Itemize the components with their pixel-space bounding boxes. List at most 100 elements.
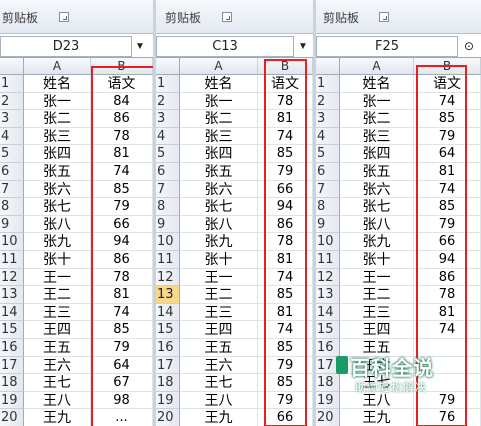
row-header[interactable]: 7 [156,180,180,199]
cell-name[interactable]: 王九 [340,409,414,426]
row-header[interactable]: 11 [156,251,180,269]
row-header[interactable]: 4 [316,127,340,146]
select-all-corner[interactable] [316,58,340,75]
cell-name[interactable]: 张五 [180,163,258,181]
cell-name[interactable]: 王五 [180,339,258,357]
row-header[interactable]: 3 [156,110,180,128]
cell-name[interactable]: 张四 [24,145,91,163]
row-header[interactable]: 18 [156,374,180,392]
row-header[interactable]: 6 [316,163,340,181]
row-header[interactable]: 9 [156,215,180,234]
cell-name[interactable]: 张六 [340,180,414,199]
row-header[interactable]: 14 [0,303,24,322]
row-header[interactable]: 12 [0,268,24,287]
row-header[interactable]: 8 [0,198,24,216]
dialog-launcher-icon[interactable] [379,12,389,22]
row-header[interactable]: 7 [316,180,340,199]
row-header[interactable]: 14 [316,303,340,322]
cell-name[interactable]: 王六 [24,356,91,375]
cell-name[interactable]: 姓名 [340,75,414,93]
row-header[interactable]: 17 [156,356,180,375]
cell-name[interactable]: 王七 [180,374,258,392]
cell-name[interactable]: 王九 [24,409,91,426]
row-header[interactable]: 11 [316,251,340,269]
cell-name[interactable]: 姓名 [180,75,258,93]
row-header[interactable]: 8 [156,198,180,216]
row-header[interactable]: 10 [0,233,24,251]
cell-name[interactable]: 王九 [180,409,258,426]
cell-name[interactable]: 张三 [340,127,414,146]
row-header[interactable]: 1 [156,75,180,93]
chevron-down-icon[interactable]: ▼ [133,36,147,57]
cell-name[interactable]: 张一 [340,92,414,111]
cell-name[interactable]: 张六 [180,180,258,199]
cell-name[interactable]: 张十 [24,251,91,269]
cell-name[interactable]: 张九 [180,233,258,251]
row-header[interactable]: 13 [156,286,180,304]
row-header[interactable]: 7 [0,180,24,199]
cell-name[interactable]: 张二 [24,110,91,128]
cell-name[interactable]: 张二 [180,110,258,128]
cell-name[interactable]: 张七 [24,198,91,216]
row-header[interactable]: 15 [156,321,180,339]
cell-name[interactable]: 王一 [180,268,258,287]
cell-name[interactable]: 王一 [24,268,91,287]
select-all-corner[interactable] [0,58,24,75]
column-header-a[interactable]: A [24,58,91,75]
row-header[interactable]: 11 [0,251,24,269]
row-header[interactable]: 15 [316,321,340,339]
row-header[interactable]: 3 [316,110,340,128]
name-box[interactable]: D23 [0,36,132,57]
row-header[interactable]: 17 [0,356,24,375]
dialog-launcher-icon[interactable] [59,12,69,22]
cell-name[interactable]: 王五 [24,339,91,357]
cell-name[interactable]: 张八 [180,215,258,234]
row-header[interactable]: 2 [0,92,24,111]
row-header[interactable]: 6 [0,163,24,181]
chevron-down-icon[interactable]: ▼ [296,36,310,57]
row-header[interactable]: 20 [156,409,180,426]
row-header[interactable]: 3 [0,110,24,128]
cell-name[interactable]: 王八 [24,391,91,410]
cell-name[interactable]: 王六 [180,356,258,375]
row-header[interactable]: 14 [156,303,180,322]
row-header[interactable]: 12 [316,268,340,287]
cell-name[interactable]: 张六 [24,180,91,199]
cell-name[interactable]: 张四 [180,145,258,163]
row-header[interactable]: 4 [156,127,180,146]
cell-name[interactable]: 王二 [24,286,91,304]
row-header[interactable]: 20 [0,409,24,426]
cell-name[interactable]: 王二 [340,286,414,304]
cell-name[interactable]: 王一 [340,268,414,287]
chevron-down-icon[interactable]: ⊙ [462,36,476,57]
row-header[interactable]: 1 [316,75,340,93]
row-header[interactable]: 16 [0,339,24,357]
cell-name[interactable]: 张一 [24,92,91,111]
cell-name[interactable]: 张七 [180,198,258,216]
cell-name[interactable]: 姓名 [24,75,91,93]
row-header[interactable]: 13 [316,286,340,304]
cell-name[interactable]: 张八 [340,215,414,234]
cell-name[interactable]: 王四 [24,321,91,339]
row-header[interactable]: 20 [316,409,340,426]
cell-name[interactable]: 张八 [24,215,91,234]
cell-name[interactable]: 张二 [340,110,414,128]
cell-name[interactable]: 王三 [24,303,91,322]
name-box[interactable]: F25 [316,36,458,57]
row-header[interactable]: 13 [0,286,24,304]
row-header[interactable]: 8 [316,198,340,216]
dialog-launcher-icon[interactable] [222,12,232,22]
row-header[interactable]: 10 [316,233,340,251]
cell-name[interactable]: 张五 [340,163,414,181]
cell-name[interactable]: 王三 [340,303,414,322]
row-header[interactable]: 2 [316,92,340,111]
row-header[interactable]: 5 [316,145,340,163]
cell-name[interactable]: 张十 [340,251,414,269]
row-header[interactable]: 9 [316,215,340,234]
row-header[interactable]: 12 [156,268,180,287]
cell-name[interactable]: 王四 [340,321,414,339]
row-header[interactable]: 6 [156,163,180,181]
name-box[interactable]: C13 [156,36,294,57]
select-all-corner[interactable] [156,58,180,75]
cell-name[interactable]: 王七 [24,374,91,392]
